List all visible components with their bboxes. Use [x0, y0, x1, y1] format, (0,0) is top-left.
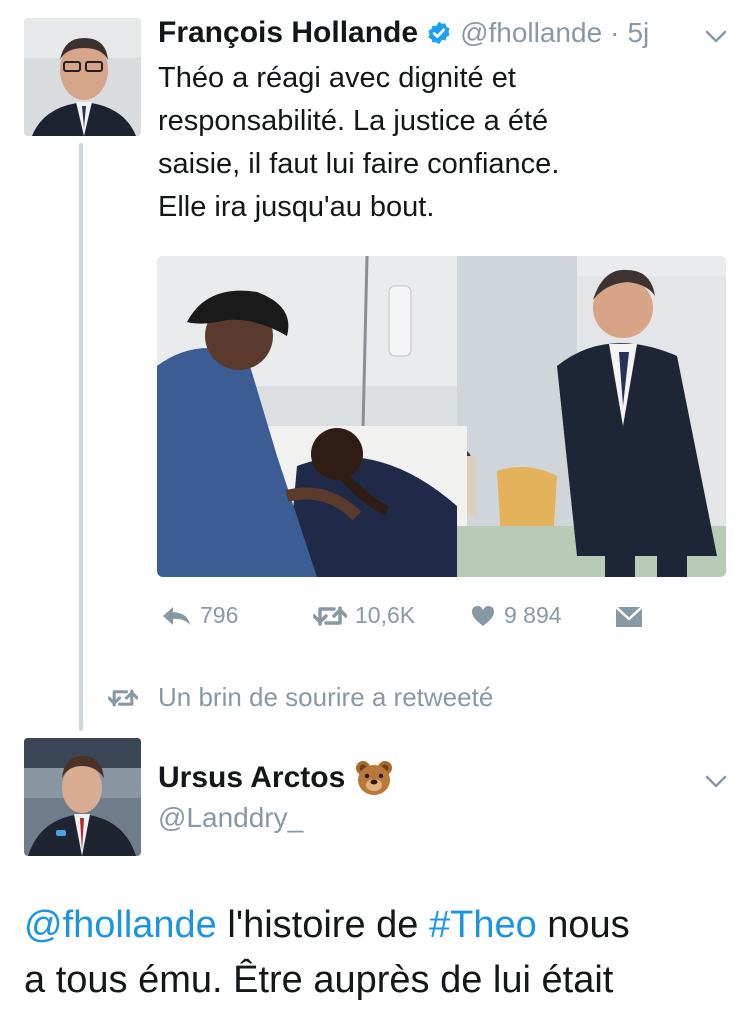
tweet1-photo[interactable]: [157, 256, 726, 577]
hashtag-link[interactable]: #Theo: [429, 904, 537, 946]
bear-emoji-icon: [355, 760, 393, 796]
reply-count: 796: [200, 602, 239, 628]
tweet1-text-line: Théo a réagi avec dignité et: [158, 62, 516, 94]
tweet1-text-line: responsabilité. La justice a été: [158, 105, 549, 137]
tweet1-time[interactable]: 5j: [627, 17, 649, 49]
retweet-icon: [313, 604, 347, 628]
chevron-down-icon[interactable]: [705, 775, 727, 794]
tweet1-author-name[interactable]: François Hollande: [158, 16, 418, 50]
avatar-hollande[interactable]: [24, 18, 141, 136]
tweet1-separator: ·: [610, 17, 620, 48]
mention-link[interactable]: @fhollande: [24, 904, 217, 946]
avatar-ursus-image: [24, 738, 141, 856]
chevron-down-icon[interactable]: [705, 30, 727, 49]
retweet-banner[interactable]: Un brin de sourire a retweeté: [108, 682, 493, 713]
reply-button[interactable]: 796: [160, 602, 238, 629]
tweet1-text-line: Elle ira jusqu'au bout.: [158, 191, 435, 223]
tweet2-text-line1: @fhollande l'histoire de #Theo nous: [24, 898, 744, 953]
tweet2-text-part1: l'histoire de: [216, 904, 429, 946]
reply-icon: [160, 604, 192, 628]
retweet-count: 10,6K: [355, 602, 416, 628]
like-button[interactable]: 9 894: [470, 602, 562, 629]
tweet1-text-line: saisie, il faut lui faire confiance.: [158, 148, 560, 180]
tweet1-header: François Hollande @fhollande · 5j: [158, 16, 649, 50]
hospital-photo: [157, 256, 726, 577]
tweet2-text-part2: nous: [536, 904, 630, 946]
tweet2-author-name[interactable]: Ursus Arctos: [158, 761, 345, 795]
thread-line: [79, 143, 83, 731]
tweet2-text: @fhollande l'histoire de #Theo nous a to…: [24, 898, 744, 1008]
tweet2-text-line2: a tous ému. Être auprès de lui était: [24, 959, 614, 1001]
tweet2-author-row: Ursus Arctos: [158, 760, 393, 796]
verified-icon: [426, 20, 452, 46]
tweet1-text: Théo a réagi avec dignité et responsabil…: [158, 57, 728, 229]
retweet-icon: [108, 687, 138, 709]
retweet-button[interactable]: 10,6K: [313, 602, 415, 629]
like-count: 9 894: [504, 602, 562, 628]
tweet2-handle[interactable]: @Landdry_: [158, 802, 303, 834]
tweet1-handle[interactable]: @fhollande: [460, 17, 602, 49]
like-icon: [470, 604, 496, 628]
retweet-banner-text: Un brin de sourire a retweeté: [158, 682, 494, 712]
avatar-hollande-image: [24, 18, 141, 136]
dm-icon[interactable]: [614, 605, 644, 634]
avatar-ursus[interactable]: [24, 738, 141, 856]
